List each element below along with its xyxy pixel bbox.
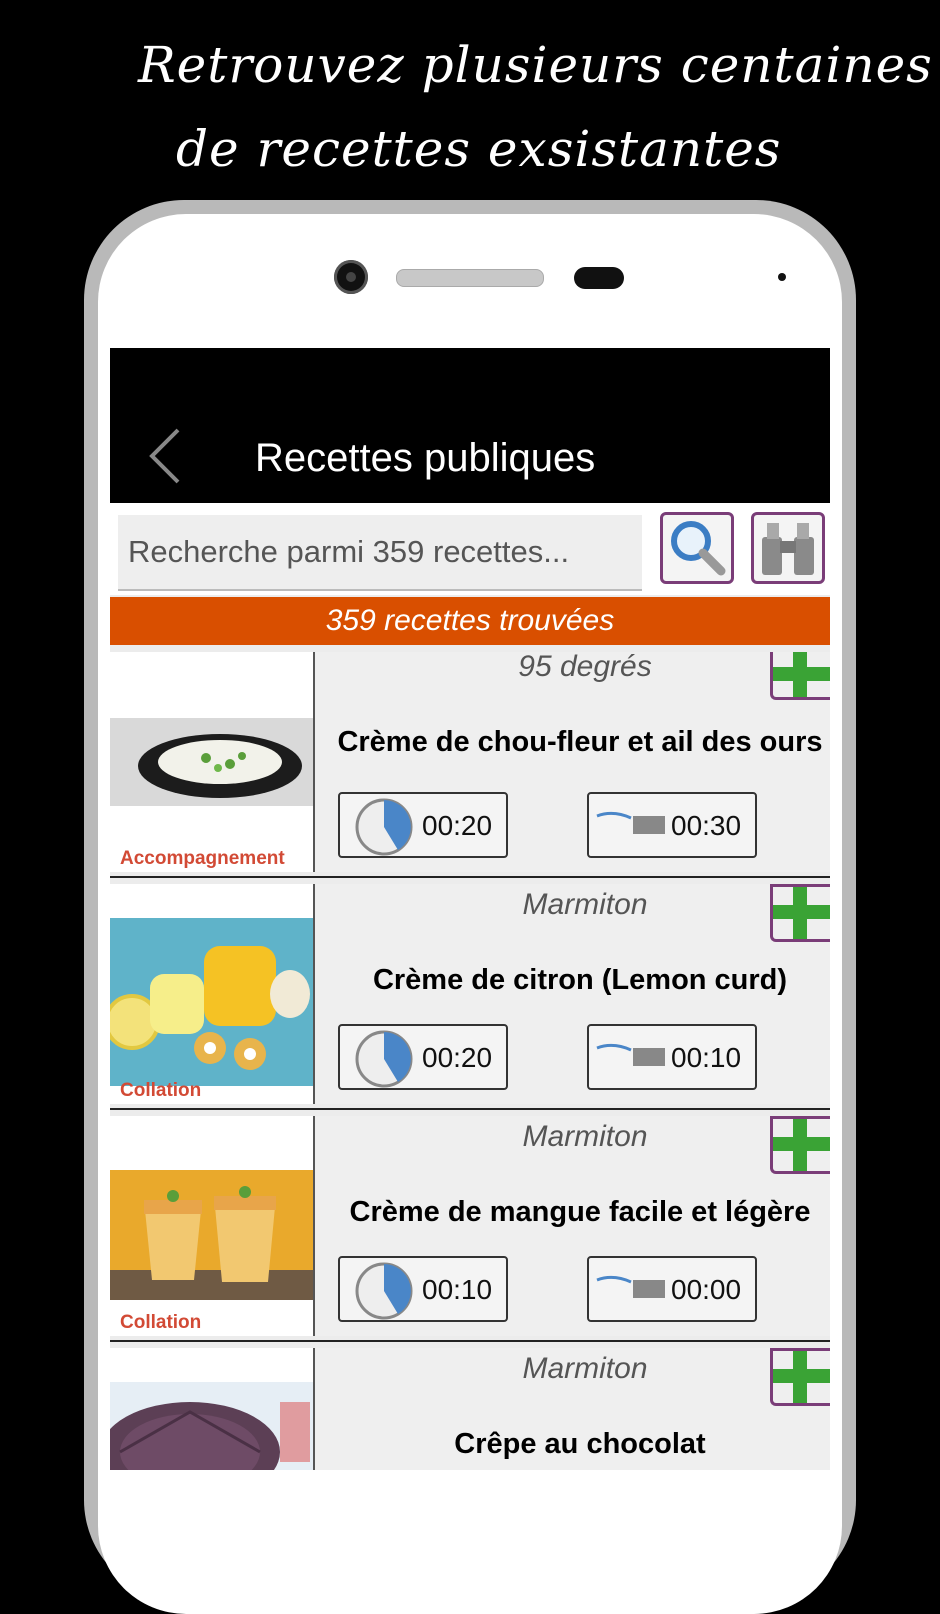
magnifier-icon bbox=[671, 521, 726, 576]
recipe-title: Crème de mangue facile et légère bbox=[349, 1196, 811, 1228]
recipe-thumbnail-column bbox=[110, 1348, 313, 1470]
recipe-thumbnail-column: Accompagnement bbox=[110, 652, 313, 872]
plus-icon bbox=[773, 1351, 830, 1403]
sensor-dot bbox=[778, 273, 786, 281]
recipe-source: Marmiton bbox=[522, 1120, 648, 1153]
cooking-pan-icon bbox=[596, 1275, 665, 1298]
recipe-photo bbox=[110, 1382, 313, 1470]
promo-line-2: de recettes exsistantes bbox=[176, 120, 782, 178]
cook-time-box: 00:00 bbox=[587, 1256, 757, 1322]
search-button[interactable] bbox=[660, 512, 734, 584]
chevron-left-icon bbox=[149, 428, 180, 484]
plus-icon bbox=[773, 1119, 830, 1171]
app-screen: Recettes publiques 359 recettes trouvées bbox=[110, 348, 830, 1470]
add-recipe-button[interactable] bbox=[770, 884, 830, 942]
plus-icon bbox=[773, 652, 830, 697]
search-input[interactable] bbox=[118, 515, 642, 591]
recipe-source: 95 degrés bbox=[518, 650, 652, 683]
prep-time-box: 00:20 bbox=[338, 1024, 508, 1090]
add-recipe-button[interactable] bbox=[770, 1348, 830, 1406]
cook-time: 00:30 bbox=[671, 810, 742, 841]
timer-icon bbox=[355, 1262, 413, 1320]
recipe-category: Collation bbox=[120, 1312, 202, 1333]
back-button[interactable] bbox=[146, 426, 186, 486]
earpiece-speaker bbox=[396, 269, 544, 287]
add-recipe-button[interactable] bbox=[770, 652, 830, 700]
column-divider bbox=[313, 652, 315, 872]
card-separator bbox=[110, 876, 830, 878]
recipe-title: Crème de chou-fleur et ail des ours bbox=[337, 726, 823, 758]
recipe-title: Crème de citron (Lemon curd) bbox=[372, 964, 788, 996]
cooking-pan-icon bbox=[596, 1043, 665, 1066]
recipe-list: Accompagnement 95 degrés Crème de chou-f… bbox=[110, 650, 830, 1470]
recipe-photo bbox=[110, 718, 313, 806]
prep-time-box: 00:20 bbox=[338, 792, 508, 858]
recipe-photo bbox=[110, 918, 313, 1086]
recipe-card[interactable]: Collation Marmiton Crème de citron (Lemo… bbox=[110, 884, 830, 1110]
promo-line-1: Retrouvez plusieurs centaines bbox=[138, 36, 933, 94]
prep-time: 00:10 bbox=[422, 1274, 493, 1305]
cook-time-box: 00:10 bbox=[587, 1024, 757, 1090]
recipe-category: Accompagnement bbox=[120, 848, 285, 869]
recipe-category: Collation bbox=[120, 1080, 202, 1101]
page-title: Recettes publiques bbox=[255, 436, 596, 480]
proximity-sensor bbox=[574, 267, 624, 289]
recipe-title: Crêpe au chocolat bbox=[454, 1428, 706, 1460]
binoculars-icon bbox=[762, 523, 814, 575]
recipe-card[interactable]: Marmiton Crêpe au chocolat bbox=[110, 1348, 830, 1470]
results-count-banner: 359 recettes trouvées bbox=[110, 597, 830, 645]
recipe-photo bbox=[110, 1170, 313, 1300]
card-separator bbox=[110, 1340, 830, 1342]
cook-time: 00:00 bbox=[671, 1274, 742, 1305]
card-separator bbox=[110, 1108, 830, 1110]
recipe-source: Marmiton bbox=[522, 888, 648, 921]
recipe-card[interactable]: Collation Marmiton Crème de mangue facil… bbox=[110, 1116, 830, 1342]
timer-icon bbox=[355, 1030, 413, 1088]
prep-time: 00:20 bbox=[422, 810, 493, 841]
cook-time-box: 00:30 bbox=[587, 792, 757, 858]
prep-time-box: 00:10 bbox=[338, 1256, 508, 1322]
advanced-search-button[interactable] bbox=[751, 512, 825, 584]
recipe-thumbnail-column: Collation bbox=[110, 884, 313, 1104]
add-recipe-button[interactable] bbox=[770, 1116, 830, 1174]
app-bar: Recettes publiques bbox=[110, 348, 830, 503]
recipe-card[interactable]: Accompagnement 95 degrés Crème de chou-f… bbox=[110, 650, 830, 878]
timer-icon bbox=[355, 798, 413, 856]
prep-time: 00:20 bbox=[422, 1042, 493, 1073]
front-camera bbox=[334, 260, 368, 294]
cooking-pan-icon bbox=[596, 811, 665, 834]
recipe-thumbnail-column: Collation bbox=[110, 1116, 313, 1336]
plus-icon bbox=[773, 887, 830, 939]
cook-time: 00:10 bbox=[671, 1042, 742, 1073]
search-bar bbox=[110, 503, 830, 595]
recipe-source: Marmiton bbox=[522, 1352, 648, 1385]
